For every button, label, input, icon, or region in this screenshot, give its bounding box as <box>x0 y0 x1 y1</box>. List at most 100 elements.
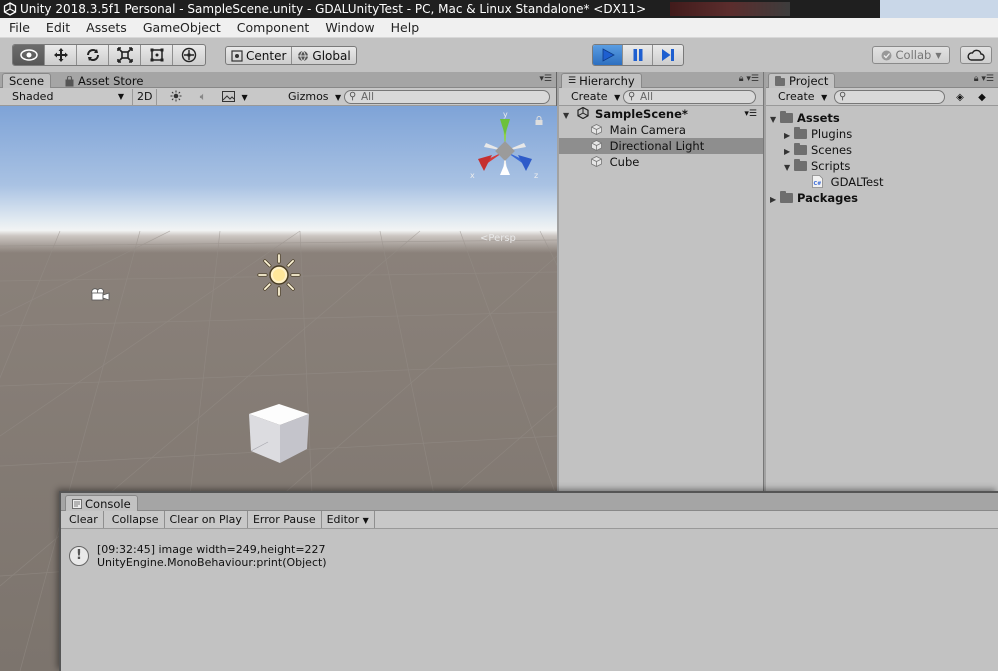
gameobject-cube-icon <box>591 124 602 135</box>
hierarchy-scene-row[interactable]: ▼ SampleScene* ▾☰ <box>559 106 763 122</box>
hierarchy-item-label: Cube <box>609 155 640 169</box>
cloud-services-button[interactable] <box>960 46 992 64</box>
panel-menu-icon[interactable]: ▾☰ <box>539 74 552 84</box>
chevron-down-icon: ▼ <box>821 93 828 102</box>
project-tree-label: Scenes <box>811 143 853 157</box>
menu-edit[interactable]: Edit <box>37 18 77 38</box>
chevron-down-icon: ▼ <box>335 93 342 102</box>
hierarchy-toolbar: Create ▼ ⚲ All <box>559 88 763 106</box>
mode-2d-toggle[interactable]: 2D <box>132 89 158 105</box>
tab-project[interactable]: Project <box>768 73 836 89</box>
rect-tool-button[interactable] <box>141 45 173 65</box>
project-create-label: Create <box>778 90 815 103</box>
collab-check-icon <box>881 50 892 60</box>
gameobject-cube-icon <box>591 140 602 151</box>
background-window-fragment <box>880 0 998 18</box>
tag-icon: ◆ <box>978 92 986 103</box>
gizmos-dropdown[interactable]: Gizmos ▼ <box>284 89 345 105</box>
projection-toggle[interactable]: <Persp <box>480 233 516 244</box>
view-tool-button[interactable] <box>13 45 45 65</box>
pivot-center-label: Center <box>246 48 287 63</box>
filter-type-icon: ◈ <box>956 92 964 103</box>
menu-bar: File Edit Assets GameObject Component Wi… <box>0 18 998 38</box>
play-button[interactable] <box>593 45 623 65</box>
scene-search-input[interactable]: ⚲ All <box>344 90 550 104</box>
project-tree-item-plugins[interactable]: ▶ Plugins <box>766 126 998 142</box>
lock-icon[interactable] <box>535 116 543 125</box>
project-tree-item-packages[interactable]: ▶ Packages <box>766 190 998 206</box>
move-arrows-icon <box>53 48 68 62</box>
menu-gameobject[interactable]: GameObject <box>134 18 228 38</box>
project-create-dropdown[interactable]: Create ▼ <box>774 89 831 105</box>
project-panel: Project 🔒︎ ▾☰ Create ▼ ⚲ ◈ ◆ ▼ Assets ▶ Pl… <box>766 72 998 492</box>
tab-asset-store-label: Asset Store <box>78 73 144 88</box>
hierarchy-item[interactable]: Directional Light <box>559 138 763 154</box>
scene-orientation-gizmo[interactable]: y x z <box>470 111 540 181</box>
sun-icon <box>170 90 182 102</box>
rotate-tool-button[interactable] <box>77 45 109 65</box>
transform-all-icon <box>181 47 197 63</box>
hierarchy-search-placeholder: All <box>640 91 654 103</box>
hierarchy-item-label: Directional Light <box>609 139 705 153</box>
project-search-input[interactable]: ⚲ <box>834 90 945 104</box>
menu-window[interactable]: Window <box>316 18 381 38</box>
scene-menu-icon[interactable]: ▾☰ <box>744 106 757 122</box>
scene-audio-toggle[interactable]: 🔈︎ <box>191 89 215 105</box>
pivot-toggles: Center Global <box>225 46 357 65</box>
shading-mode-dropdown[interactable]: Shaded ▼ <box>8 89 128 105</box>
pause-button[interactable] <box>623 45 653 65</box>
tab-console[interactable]: Console <box>65 495 138 512</box>
tab-asset-store[interactable]: Asset Store <box>58 73 150 89</box>
gizmos-label: Gizmos <box>288 90 329 103</box>
pivot-center-toggle[interactable]: Center <box>226 47 293 64</box>
background-window-fragment <box>670 2 790 16</box>
move-tool-button[interactable] <box>45 45 77 65</box>
csharp-script-icon: C# <box>812 175 823 188</box>
hierarchy-search-input[interactable]: ⚲ All <box>623 90 756 104</box>
cloud-icon <box>967 49 985 61</box>
project-tree-item-script[interactable]: C# GDALTest <box>766 174 998 190</box>
menu-assets[interactable]: Assets <box>77 18 134 38</box>
hierarchy-item[interactable]: Main Camera <box>559 122 763 138</box>
console-log-entry[interactable]: ! [09:32:45] image width=249,height=227 … <box>69 543 969 573</box>
console-collapse-toggle[interactable]: Collapse <box>104 511 165 528</box>
shading-mode-value: Shaded <box>12 90 54 103</box>
combined-tool-button[interactable] <box>173 45 205 65</box>
filter-by-type-button[interactable]: ◈ <box>951 89 969 105</box>
panel-menu-icon[interactable]: 🔒︎ ▾☰ <box>974 74 994 84</box>
window-title: Unity 2018.3.5f1 Personal - SampleScene.… <box>20 2 647 16</box>
cube-object[interactable] <box>246 399 312 465</box>
project-tree-item-scripts[interactable]: ▼ Scripts <box>766 158 998 174</box>
scene-effects-dropdown[interactable]: ▼ <box>218 89 254 105</box>
project-tree-item-assets[interactable]: ▼ Assets <box>766 110 998 126</box>
scene-lighting-toggle[interactable] <box>163 89 189 105</box>
hierarchy-panel: ☰ Hierarchy 🔒︎ ▾☰ Create ▼ ⚲ All ▼ Sampl… <box>559 72 764 492</box>
console-editor-label: Editor <box>326 513 360 526</box>
menu-component[interactable]: Component <box>228 18 317 38</box>
hierarchy-item[interactable]: Cube <box>559 154 763 170</box>
console-editor-dropdown[interactable]: Editor ▼ <box>322 511 375 528</box>
filter-by-label-button[interactable]: ◆ <box>973 89 991 105</box>
panel-menu-icon[interactable]: 🔒︎ ▾☰ <box>739 74 759 84</box>
directional-light-icon[interactable] <box>256 252 302 298</box>
tab-scene[interactable]: Scene <box>2 73 52 89</box>
project-tree-item-scenes[interactable]: ▶ Scenes <box>766 142 998 158</box>
eye-icon <box>19 49 38 61</box>
scene-tabbar: Scene Asset Store ▾☰ <box>0 72 556 89</box>
playmode-controls <box>592 44 684 66</box>
hierarchy-create-dropdown[interactable]: Create ▼ <box>567 89 624 105</box>
menu-help[interactable]: Help <box>382 18 427 38</box>
tab-hierarchy[interactable]: ☰ Hierarchy <box>561 73 642 89</box>
folder-icon <box>794 159 807 171</box>
project-tree-label: Assets <box>797 111 840 125</box>
menu-file[interactable]: File <box>0 18 37 38</box>
collab-dropdown[interactable]: Collab ▼ <box>872 46 950 64</box>
search-icon: ⚲ <box>839 91 847 102</box>
scale-tool-button[interactable] <box>109 45 141 65</box>
console-clear-on-play-toggle[interactable]: Clear on Play <box>165 511 248 528</box>
console-error-pause-toggle[interactable]: Error Pause <box>248 511 322 528</box>
camera-icon[interactable] <box>89 286 111 303</box>
step-button[interactable] <box>653 45 683 65</box>
pivot-global-toggle[interactable]: Global <box>292 47 355 64</box>
console-clear-button[interactable]: Clear <box>61 511 104 528</box>
